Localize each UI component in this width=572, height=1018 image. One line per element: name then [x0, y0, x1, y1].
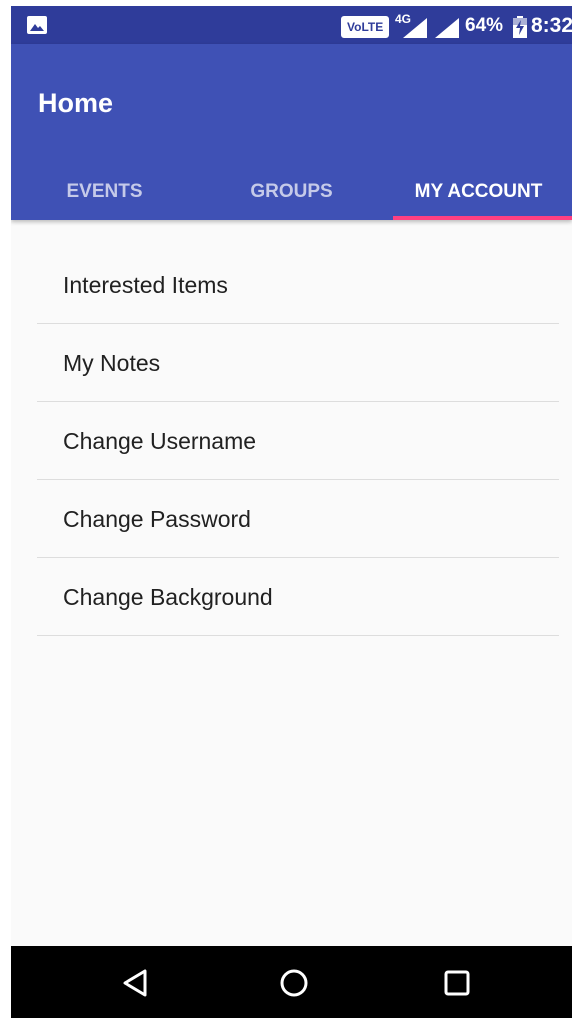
clock: 8:32: [531, 14, 572, 37]
recents-icon[interactable]: [443, 968, 471, 1003]
account-menu-list: Interested Items My Notes Change Usernam…: [37, 246, 559, 636]
volte-badge: VoLTE: [341, 16, 390, 38]
signal-roaming-icon: [435, 18, 459, 43]
status-bar: VoLTE 4G 64% 8:32: [11, 6, 572, 44]
menu-item-my-notes[interactable]: My Notes: [37, 324, 559, 402]
app-bar: Home EVENTS GROUPS MY ACCOUNT: [11, 44, 572, 220]
page-title: Home: [38, 88, 114, 118]
menu-item-change-background[interactable]: Change Background: [37, 558, 559, 636]
tab-my-account[interactable]: MY ACCOUNT: [385, 164, 572, 220]
back-icon[interactable]: [121, 968, 149, 1003]
battery-charging-icon: [513, 16, 527, 43]
screen: VoLTE 4G 64% 8:32 Home EVENTS GROUPS MY …: [11, 6, 572, 1018]
navigation-bar: [11, 946, 572, 1018]
battery-percent: 64%: [465, 15, 504, 36]
menu-item-change-username[interactable]: Change Username: [37, 402, 559, 480]
menu-item-change-password[interactable]: Change Password: [37, 480, 559, 558]
tab-indicator: [393, 216, 572, 220]
tab-bar: EVENTS GROUPS MY ACCOUNT: [11, 164, 572, 220]
tab-groups[interactable]: GROUPS: [198, 164, 385, 220]
signal-icon: [403, 18, 427, 43]
menu-item-interested-items[interactable]: Interested Items: [37, 246, 559, 324]
image-notification-icon: [27, 16, 47, 34]
tab-events[interactable]: EVENTS: [11, 164, 198, 220]
home-icon[interactable]: [279, 968, 309, 1003]
